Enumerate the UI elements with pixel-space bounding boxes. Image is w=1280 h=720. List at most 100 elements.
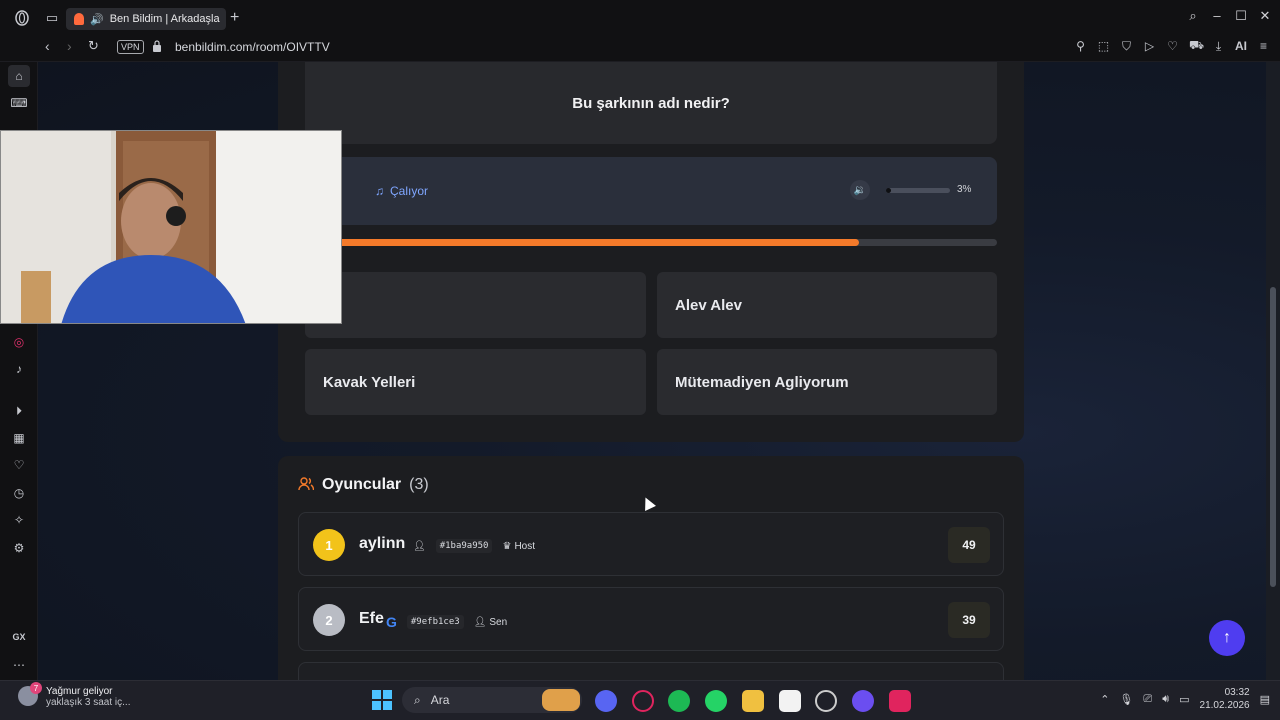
volume-percent: 3% (957, 184, 972, 195)
close-icon[interactable]: ✕ (1258, 8, 1272, 24)
opera-gx-icon[interactable] (632, 690, 654, 712)
user-icon: 👤︎ (473, 616, 487, 628)
player-meta: 👤︎ #1ba9a950 ♛ Host (413, 539, 535, 553)
opera-logo-icon[interactable] (8, 4, 36, 32)
snapshot-icon[interactable]: ⬚ (1097, 39, 1110, 53)
player-row (298, 662, 1004, 680)
player-icon[interactable]: ⏵ (10, 402, 28, 420)
search-label: Ara (430, 693, 450, 707)
players-title: Oyuncular (322, 476, 402, 493)
minimize-icon[interactable]: – (1210, 8, 1224, 24)
search-icon: ⌕ (414, 692, 421, 707)
clock[interactable]: 03:32 21.02.2026 (1200, 686, 1250, 712)
messenger-icon[interactable] (852, 690, 874, 712)
lock-icon[interactable] (152, 40, 162, 52)
scrollbar-thumb[interactable] (1270, 287, 1276, 587)
maximize-icon[interactable]: ☐ (1234, 8, 1248, 24)
notifications-icon[interactable]: ▤ (1260, 693, 1270, 706)
battery-icon[interactable]: ▭ (1179, 693, 1189, 706)
players-count: (3) (409, 476, 429, 493)
answer-option-3[interactable]: Kavak Yelleri (305, 349, 646, 415)
player-meta: G #9efb1ce3 👤︎ Sen (386, 614, 507, 630)
valorant-icon[interactable] (889, 690, 911, 712)
window-controls: ⌕ – ☐ ✕ (1186, 8, 1272, 24)
download-icon[interactable]: ⤓ (1212, 39, 1225, 54)
answer-option-2[interactable]: Alev Alev (657, 272, 997, 338)
network-icon[interactable]: ⎚ (1143, 693, 1152, 706)
answer-option-4[interactable]: Mütemadiyen Agliyorum (657, 349, 997, 415)
weather-icon: 7 (18, 682, 42, 706)
player-name: aylinn (359, 535, 406, 552)
more-icon[interactable]: ⋯ (10, 656, 28, 674)
back-icon[interactable]: ‹ (45, 38, 50, 54)
discord-icon[interactable] (595, 690, 617, 712)
tiktok-icon[interactable]: ♪ (10, 360, 28, 378)
player-name: Efe (359, 610, 384, 627)
browser-titlebar: ▭ 🔊 Ben Bildim | Arkadaşla + ⌕ – ☐ ✕ (0, 0, 1280, 36)
rank-badge: 2 (313, 604, 345, 636)
music-note-icon: ♫ (375, 184, 384, 198)
toolbar-icons: ⚲ ⬚ ⛉ ▷ ♡ ⛟ ⤓ AI ≡ (1074, 38, 1270, 54)
url-text[interactable]: benbildim.com/room/OIVTTV (175, 40, 330, 54)
search-tabs-icon[interactable]: ⌕ (1186, 8, 1200, 24)
site-favicon-icon (74, 13, 84, 25)
player-row: 2 Efe G #9efb1ce3 👤︎ Sen 39 (298, 587, 1004, 651)
play-icon[interactable]: ▷ (1143, 39, 1156, 53)
answer-option-1[interactable]: o. (305, 272, 646, 338)
player-row: 1 aylinn 👤︎ #1ba9a950 ♛ Host 49 (298, 512, 1004, 576)
instagram-icon[interactable]: ◎ (10, 333, 28, 351)
whatsapp-icon[interactable] (705, 690, 727, 712)
page-scrollbar[interactable] (1266, 62, 1280, 680)
file-explorer-icon[interactable] (742, 690, 764, 712)
system-tray: ⌃ 🎙︎ ⎚ 🔊︎ ▭ 03:32 21.02.2026 ▤ (1100, 686, 1270, 712)
reload-icon[interactable]: ↻ (88, 38, 99, 54)
weather-title: Yağmur geliyor (46, 686, 113, 697)
players-header: Oyuncular (3) (298, 476, 429, 494)
you-tag: Sen (489, 616, 508, 628)
host-tag: Host (514, 540, 536, 552)
playing-label: Çalıyor (390, 184, 429, 198)
gx-label[interactable]: GX (10, 628, 28, 646)
microphone-icon[interactable]: 🎙︎ (1119, 693, 1133, 706)
google-icon: G (386, 614, 397, 630)
chevron-up-icon[interactable]: ⌃ (1100, 693, 1109, 706)
windows-start-icon[interactable] (372, 690, 392, 710)
browser-tab-active[interactable]: 🔊 Ben Bildim | Arkadaşla (66, 8, 226, 30)
weather-subtitle: yaklaşık 3 saat iç... (46, 697, 131, 708)
home-icon[interactable]: ⌂ (8, 65, 30, 87)
heart-icon[interactable]: ♡ (1166, 39, 1179, 53)
weather-widget[interactable]: 7 Yağmur geliyor yaklaşık 3 saat iç... (18, 682, 131, 708)
store-icon[interactable] (779, 690, 801, 712)
scroll-to-top-button[interactable]: ↑ (1209, 620, 1245, 656)
settings-gear-icon[interactable]: ⚙ (10, 539, 28, 557)
shield-icon[interactable]: ⛉ (1120, 39, 1133, 54)
ai-button[interactable]: AI (1235, 39, 1247, 53)
new-tab-button[interactable]: + (230, 10, 239, 26)
clock-time: 03:32 (1224, 687, 1250, 698)
vpn-badge[interactable]: VPN (117, 40, 144, 54)
crown-icon: ♛ (502, 540, 512, 552)
steam-icon[interactable] (815, 690, 837, 712)
forward-icon[interactable]: › (67, 38, 72, 54)
volume-slider[interactable] (886, 188, 950, 193)
sound-icon[interactable]: 🔊︎ (1162, 693, 1169, 706)
spotify-icon[interactable] (668, 690, 690, 712)
apps-grid-icon[interactable]: ▦ (10, 429, 28, 447)
rank-badge: 1 (313, 529, 345, 561)
question-text: Bu şarkının adı nedir? (305, 62, 997, 144)
search-highlight-icon (542, 689, 580, 711)
player-id: #9efb1ce3 (406, 615, 464, 629)
users-icon (298, 476, 315, 494)
extensions-icon[interactable]: ✧ (10, 511, 28, 529)
speaker-icon[interactable]: 🔊 (90, 13, 104, 26)
volume-icon[interactable]: 🔉 (850, 180, 870, 200)
pin-icon[interactable]: ⚲ (1074, 39, 1087, 53)
song-progress-fill (338, 239, 859, 246)
menu-icon[interactable]: ≡ (1257, 39, 1270, 53)
history-icon[interactable]: ◷ (10, 484, 28, 502)
wallet-icon[interactable]: ⛟ (1189, 38, 1204, 54)
player-id: #1ba9a950 (435, 539, 493, 553)
tab-manager-icon[interactable]: ▭ (38, 4, 66, 32)
favorites-icon[interactable]: ♡ (10, 456, 28, 474)
gamepad-icon[interactable]: ⌨ (10, 94, 28, 112)
